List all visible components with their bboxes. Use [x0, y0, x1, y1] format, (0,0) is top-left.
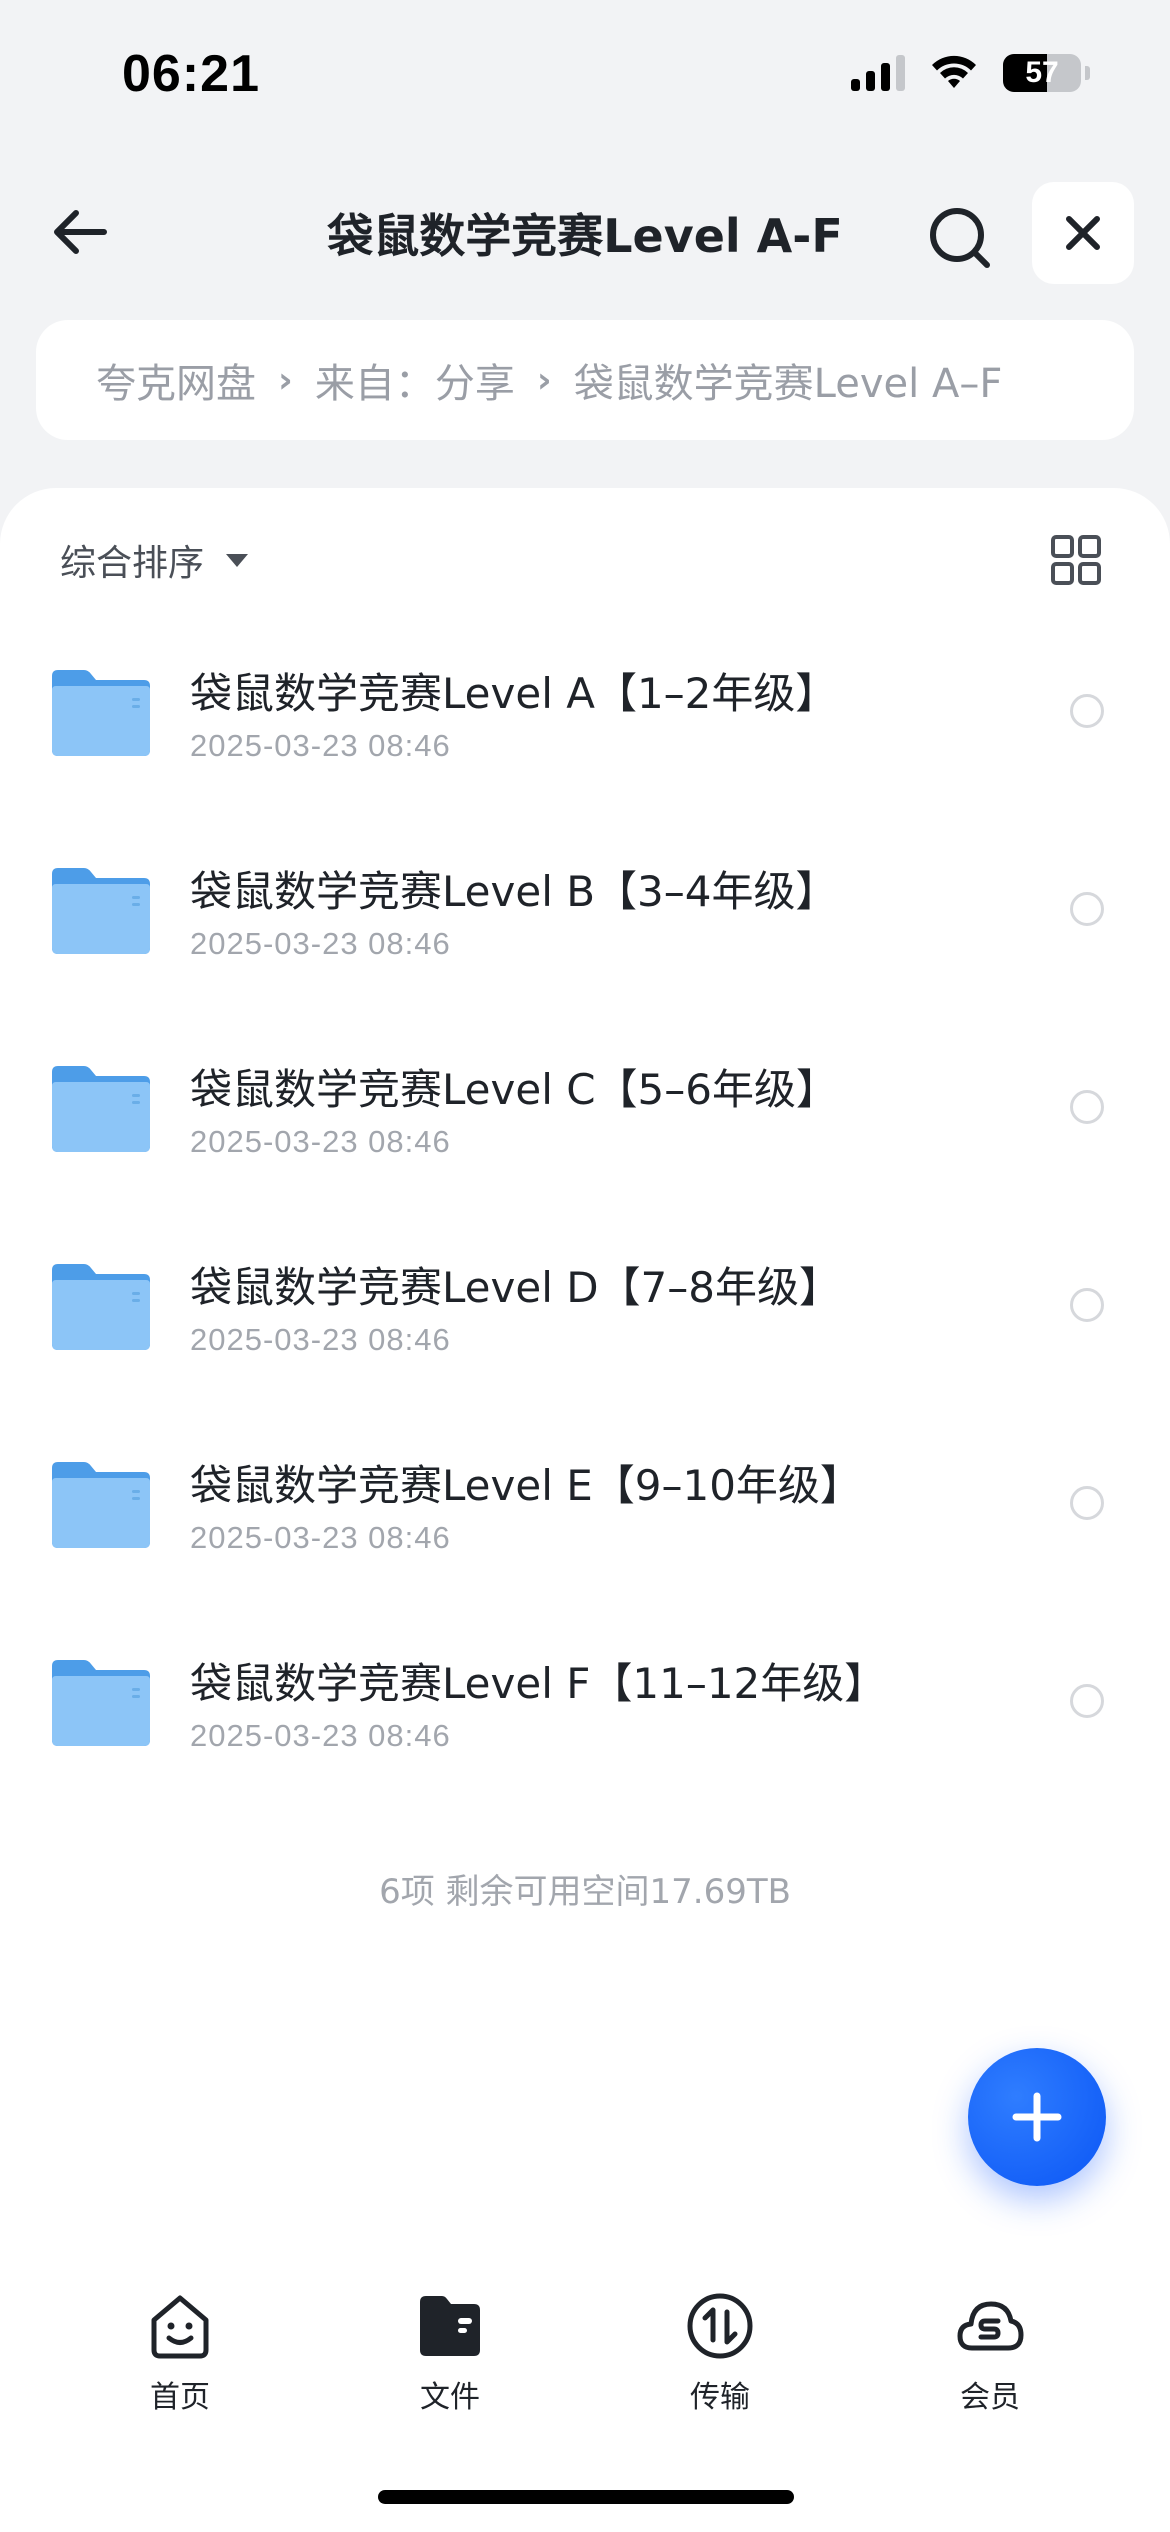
page-title: 袋鼠数学竞赛Level A-F	[327, 209, 843, 263]
tab-transfer[interactable]: 传输	[650, 2290, 790, 2416]
cellular-signal-icon	[851, 55, 905, 91]
tab-label: 传输	[690, 2380, 750, 2415]
status-time: 06:21	[122, 45, 260, 103]
battery-icon: 57	[1003, 54, 1081, 92]
file-date: 2025-03-23 08:46	[190, 1718, 451, 1753]
file-name: 袋鼠数学竞赛Level B【3–4年级】	[190, 867, 838, 916]
tab-label: 文件	[420, 2380, 480, 2415]
folder-icon	[52, 670, 150, 756]
grid-view-icon[interactable]	[1050, 534, 1102, 586]
select-checkbox[interactable]	[1070, 1486, 1104, 1520]
list-item[interactable]: 袋鼠数学竞赛Level E【9–10年级】 2025-03-23 08:46	[0, 1450, 1170, 1648]
file-list: 袋鼠数学竞赛Level A【1–2年级】 2025-03-23 08:46 袋鼠…	[0, 658, 1170, 1846]
file-list-sheet: 综合排序 袋鼠数学竞赛Level A【1–2年级】 2025-03-23 08:…	[0, 488, 1170, 2532]
folder-icon	[52, 868, 150, 954]
file-date: 2025-03-23 08:46	[190, 1124, 451, 1159]
search-button[interactable]	[922, 200, 998, 276]
breadcrumb-separator-icon: ›	[278, 359, 293, 401]
select-checkbox[interactable]	[1070, 1288, 1104, 1322]
file-date: 2025-03-23 08:46	[190, 1520, 451, 1555]
battery-tip	[1085, 66, 1090, 80]
tab-label: 会员	[960, 2380, 1020, 2415]
file-name: 袋鼠数学竞赛Level C【5–6年级】	[190, 1065, 838, 1114]
nav-bar: 袋鼠数学竞赛Level A-F	[0, 170, 1170, 290]
tab-files[interactable]: 文件	[380, 2290, 520, 2416]
list-item[interactable]: 袋鼠数学竞赛Level B【3–4年级】 2025-03-23 08:46	[0, 856, 1170, 1054]
breadcrumb-item-current[interactable]: 袋鼠数学竞赛Level A–F	[574, 351, 1003, 409]
storage-summary: 6项 剩余可用空间17.69TB	[379, 1872, 791, 1912]
file-name: 袋鼠数学竞赛Level F【11–12年级】	[190, 1659, 887, 1708]
select-checkbox[interactable]	[1070, 892, 1104, 926]
select-checkbox[interactable]	[1070, 1090, 1104, 1124]
file-date: 2025-03-23 08:46	[190, 1322, 451, 1357]
cloud-member-icon	[957, 2301, 1024, 2351]
tab-label: 首页	[150, 2380, 210, 2415]
file-date: 2025-03-23 08:46	[190, 728, 451, 763]
breadcrumb: 夸克网盘 › 来自：分享 › 袋鼠数学竞赛Level A–F	[36, 320, 1134, 440]
plus-icon	[1012, 2092, 1062, 2142]
close-button[interactable]	[1032, 182, 1134, 284]
sort-label: 综合排序	[60, 543, 205, 584]
back-button[interactable]	[40, 192, 120, 272]
select-checkbox[interactable]	[1070, 1684, 1104, 1718]
folder-icon	[52, 1066, 150, 1152]
file-name: 袋鼠数学竞赛Level E【9–10年级】	[190, 1461, 862, 1510]
folder-icon	[52, 1660, 150, 1746]
tab-membership[interactable]: 会员	[920, 2290, 1060, 2416]
tab-bar: 首页 文件 传输 会员	[0, 2280, 1170, 2420]
battery-level: 57	[1025, 56, 1059, 89]
home-smiley-icon	[151, 2295, 209, 2359]
select-checkbox[interactable]	[1070, 694, 1104, 728]
file-name: 袋鼠数学竞赛Level D【7–8年级】	[190, 1263, 842, 1312]
caret-down-icon	[226, 553, 249, 567]
folder-icon	[52, 1264, 150, 1350]
home-indicator[interactable]	[378, 2490, 794, 2504]
status-bar: 06:21 57	[0, 0, 1170, 150]
status-icons: 57	[851, 54, 1090, 92]
breadcrumb-item-root[interactable]: 夸克网盘	[96, 351, 256, 409]
folder-files-icon	[420, 2296, 480, 2356]
sort-button[interactable]: 综合排序	[60, 534, 249, 586]
file-date: 2025-03-23 08:46	[190, 926, 451, 961]
tab-home[interactable]: 首页	[110, 2290, 250, 2416]
back-arrow-icon	[54, 210, 107, 254]
list-item[interactable]: 袋鼠数学竞赛Level D【7–8年级】 2025-03-23 08:46	[0, 1252, 1170, 1450]
breadcrumb-separator-icon: ›	[536, 359, 552, 401]
wifi-icon	[932, 55, 976, 88]
transfer-arrows-icon	[687, 2293, 753, 2359]
add-button[interactable]	[968, 2048, 1106, 2186]
file-name: 袋鼠数学竞赛Level A【1–2年级】	[190, 669, 838, 718]
breadcrumb-item-shared[interactable]: 来自：分享	[315, 351, 515, 409]
close-icon	[1066, 216, 1100, 250]
list-item[interactable]: 袋鼠数学竞赛Level F【11–12年级】 2025-03-23 08:46	[0, 1648, 1170, 1846]
search-icon	[930, 208, 990, 268]
list-item[interactable]: 袋鼠数学竞赛Level A【1–2年级】 2025-03-23 08:46	[0, 658, 1170, 856]
folder-icon	[52, 1462, 150, 1548]
list-item[interactable]: 袋鼠数学竞赛Level C【5–6年级】 2025-03-23 08:46	[0, 1054, 1170, 1252]
